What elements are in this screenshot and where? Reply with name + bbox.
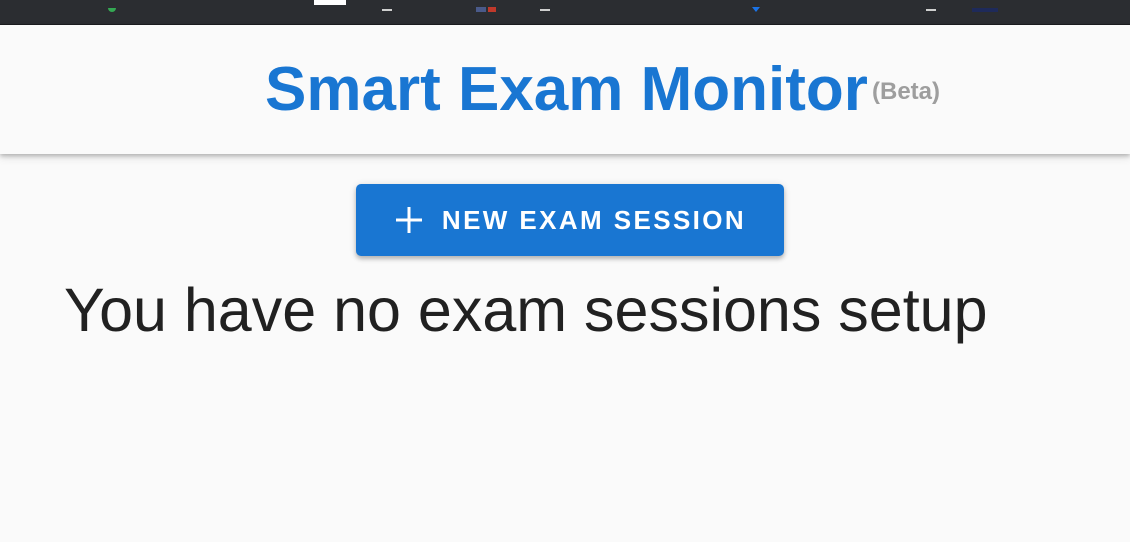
browser-bookmarks-bar <box>0 0 1130 25</box>
new-exam-session-button[interactable]: NEW EXAM SESSION <box>356 184 784 256</box>
bookmark-favicon-icon[interactable] <box>972 0 1000 12</box>
bookmark-favicon-icon[interactable] <box>750 0 762 12</box>
bookmark-label-fragment[interactable] <box>382 0 394 11</box>
bookmark-label-fragment[interactable] <box>926 0 938 11</box>
app-header: Smart Exam Monitor (Beta) <box>0 25 1130 154</box>
bookmark-favicon-icon[interactable] <box>104 0 120 12</box>
bookmark-favicon-icon[interactable] <box>314 0 346 5</box>
bookmark-favicon-icon[interactable] <box>476 0 498 12</box>
app-title: Smart Exam Monitor <box>265 55 868 124</box>
beta-badge: (Beta) <box>872 78 941 105</box>
plus-icon <box>394 205 424 235</box>
empty-state-message: You have no exam sessions setup <box>64 276 988 344</box>
bookmark-label-fragment[interactable] <box>540 0 552 11</box>
new-exam-session-label: NEW EXAM SESSION <box>441 205 747 235</box>
